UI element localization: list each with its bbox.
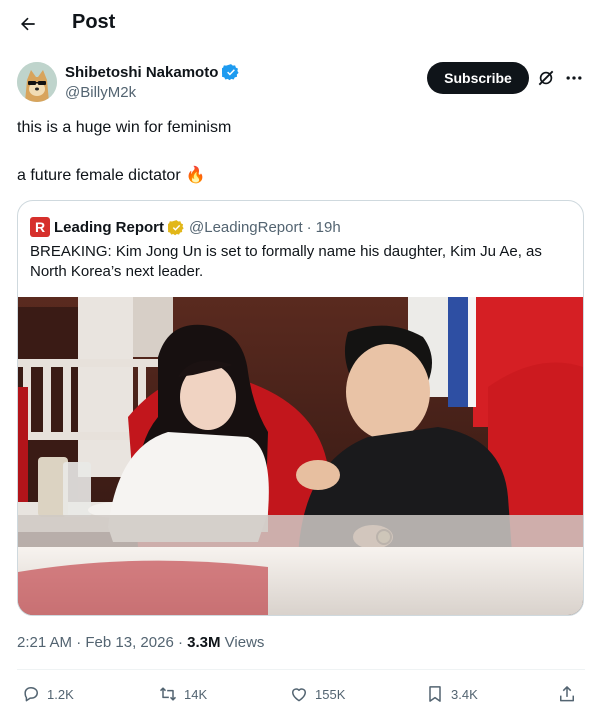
- meta-separator-2: ·: [177, 634, 183, 651]
- verified-badge-icon: [222, 64, 239, 81]
- fire-emoji: 🔥: [185, 167, 206, 184]
- engagement-bar: 1.2K 14K 155K 3.4K: [17, 680, 585, 708]
- quoted-author-name: Leading Report: [54, 218, 165, 236]
- avatar[interactable]: [17, 62, 57, 102]
- photo-scene: [18, 297, 583, 615]
- like-count: 155K: [315, 686, 346, 702]
- reply-button[interactable]: 1.2K: [21, 680, 74, 708]
- quoted-post-photo[interactable]: [18, 297, 583, 615]
- quoted-post[interactable]: R Leading Report @LeadingReport · 19h BR…: [17, 200, 584, 616]
- page-title: Post: [72, 11, 116, 33]
- doge-avatar-image: [17, 62, 57, 102]
- tweet-text-line-2-label: a future female dictator: [17, 167, 181, 184]
- grok-icon[interactable]: [536, 68, 556, 88]
- share-button[interactable]: [557, 680, 577, 708]
- divider: [17, 669, 585, 670]
- reply-icon: [24, 687, 38, 702]
- quoted-separator: ·: [306, 218, 312, 236]
- more-icon[interactable]: [564, 68, 584, 88]
- meta-separator: ·: [76, 634, 82, 651]
- tweet-text-line-2: a future female dictator 🔥: [17, 166, 206, 186]
- quoted-author-handle: @LeadingReport: [189, 218, 303, 236]
- back-button[interactable]: [14, 10, 42, 38]
- reply-count: 1.2K: [47, 686, 74, 702]
- post-meta: 2:21 AM · Feb 13, 2026 · 3.3M Views: [17, 634, 264, 651]
- bookmark-button[interactable]: 3.4K: [425, 680, 478, 708]
- subscribe-button[interactable]: Subscribe: [427, 62, 529, 94]
- quoted-post-header: R Leading Report @LeadingReport · 19h: [30, 216, 341, 238]
- top-bar: Post: [0, 0, 603, 48]
- post-author: Shibetoshi Nakamoto @BillyM2k Subscribe: [17, 60, 587, 104]
- like-button[interactable]: 155K: [289, 680, 345, 708]
- post-time[interactable]: 2:21 AM: [17, 634, 72, 651]
- quoted-post-text: BREAKING: Kim Jong Un is set to formally…: [30, 243, 542, 280]
- share-icon: [560, 686, 574, 702]
- bookmark-icon: [429, 686, 441, 702]
- back-arrow-icon: [21, 17, 35, 31]
- repost-button[interactable]: 14K: [158, 680, 207, 708]
- leading-report-logo: R: [30, 217, 50, 237]
- quoted-post-time: 19h: [315, 218, 341, 236]
- view-count: 3.3M: [187, 634, 221, 651]
- like-icon: [292, 688, 306, 702]
- repost-count: 14K: [184, 686, 208, 702]
- gold-verified-badge-icon: [168, 219, 184, 235]
- author-name-label: Shibetoshi Nakamoto: [65, 63, 219, 81]
- author-handle[interactable]: @BillyM2k: [65, 84, 136, 101]
- views-label: Views: [224, 634, 265, 651]
- tweet-text-line-1: this is a huge win for feminism: [17, 119, 232, 136]
- author-name[interactable]: Shibetoshi Nakamoto: [65, 63, 240, 81]
- post-date[interactable]: Feb 13, 2026: [85, 634, 173, 651]
- bookmark-count: 3.4K: [451, 686, 478, 702]
- repost-icon: [159, 687, 177, 701]
